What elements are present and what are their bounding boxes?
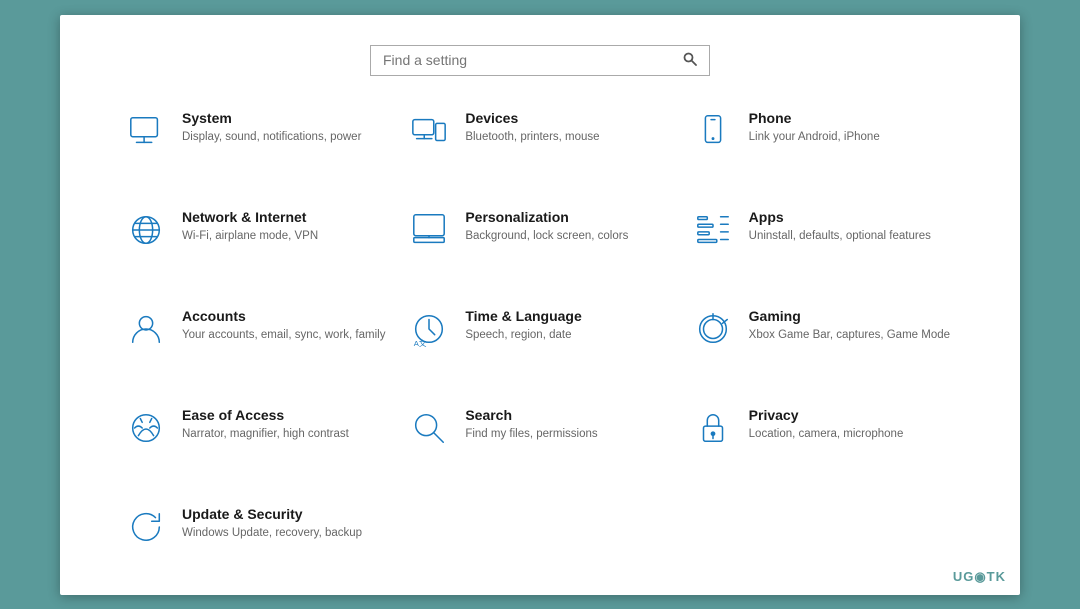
setting-item-system[interactable]: System Display, sound, notifications, po… [120, 104, 393, 179]
gaming-icon [691, 310, 735, 348]
setting-desc-personalization: Background, lock screen, colors [465, 228, 628, 244]
devices-icon [407, 112, 451, 150]
setting-title-ease: Ease of Access [182, 407, 349, 423]
setting-title-update: Update & Security [182, 506, 362, 522]
setting-desc-network: Wi-Fi, airplane mode, VPN [182, 228, 318, 244]
setting-item-accounts[interactable]: Accounts Your accounts, email, sync, wor… [120, 302, 393, 377]
setting-title-system: System [182, 110, 361, 126]
system-icon [124, 112, 168, 150]
personalization-icon [407, 211, 451, 249]
setting-text-system: System Display, sound, notifications, po… [182, 110, 361, 145]
search-icon [407, 409, 451, 447]
setting-title-network: Network & Internet [182, 209, 318, 225]
setting-text-time: Time & Language Speech, region, date [465, 308, 581, 343]
privacy-icon [691, 409, 735, 447]
setting-item-network[interactable]: Network & Internet Wi-Fi, airplane mode,… [120, 203, 393, 278]
time-icon: A文 [407, 310, 451, 348]
setting-desc-apps: Uninstall, defaults, optional features [749, 228, 931, 244]
setting-desc-time: Speech, region, date [465, 327, 581, 343]
settings-grid: System Display, sound, notifications, po… [120, 104, 960, 575]
setting-desc-accounts: Your accounts, email, sync, work, family [182, 327, 385, 343]
setting-desc-phone: Link your Android, iPhone [749, 129, 880, 145]
setting-title-devices: Devices [465, 110, 599, 126]
setting-title-time: Time & Language [465, 308, 581, 324]
setting-text-personalization: Personalization Background, lock screen,… [465, 209, 628, 244]
setting-title-privacy: Privacy [749, 407, 904, 423]
setting-item-time[interactable]: A文 Time & Language Speech, region, date [403, 302, 676, 377]
setting-item-devices[interactable]: Devices Bluetooth, printers, mouse [403, 104, 676, 179]
setting-item-phone[interactable]: Phone Link your Android, iPhone [687, 104, 960, 179]
setting-desc-privacy: Location, camera, microphone [749, 426, 904, 442]
update-icon [124, 508, 168, 546]
ease-icon [124, 409, 168, 447]
search-bar[interactable] [370, 45, 710, 76]
search-icon [683, 52, 697, 69]
setting-item-apps[interactable]: Apps Uninstall, defaults, optional featu… [687, 203, 960, 278]
setting-title-apps: Apps [749, 209, 931, 225]
settings-window: System Display, sound, notifications, po… [60, 15, 1020, 595]
setting-text-update: Update & Security Windows Update, recove… [182, 506, 362, 541]
setting-item-search[interactable]: Search Find my files, permissions [403, 401, 676, 476]
apps-icon [691, 211, 735, 249]
setting-desc-ease: Narrator, magnifier, high contrast [182, 426, 349, 442]
setting-title-gaming: Gaming [749, 308, 950, 324]
svg-text:A文: A文 [414, 338, 427, 348]
setting-title-search: Search [465, 407, 597, 423]
phone-icon [691, 112, 735, 150]
setting-item-gaming[interactable]: Gaming Xbox Game Bar, captures, Game Mod… [687, 302, 960, 377]
search-input[interactable] [383, 52, 683, 68]
setting-desc-update: Windows Update, recovery, backup [182, 525, 362, 541]
setting-item-update[interactable]: Update & Security Windows Update, recove… [120, 500, 393, 575]
setting-desc-gaming: Xbox Game Bar, captures, Game Mode [749, 327, 950, 343]
setting-text-devices: Devices Bluetooth, printers, mouse [465, 110, 599, 145]
setting-desc-system: Display, sound, notifications, power [182, 129, 361, 145]
watermark: UG◉TK [953, 569, 1006, 585]
setting-text-phone: Phone Link your Android, iPhone [749, 110, 880, 145]
setting-item-privacy[interactable]: Privacy Location, camera, microphone [687, 401, 960, 476]
network-icon [124, 211, 168, 249]
setting-title-phone: Phone [749, 110, 880, 126]
setting-text-apps: Apps Uninstall, defaults, optional featu… [749, 209, 931, 244]
setting-desc-devices: Bluetooth, printers, mouse [465, 129, 599, 145]
setting-text-accounts: Accounts Your accounts, email, sync, wor… [182, 308, 385, 343]
setting-title-personalization: Personalization [465, 209, 628, 225]
setting-item-ease[interactable]: Ease of Access Narrator, magnifier, high… [120, 401, 393, 476]
accounts-icon [124, 310, 168, 348]
setting-text-search: Search Find my files, permissions [465, 407, 597, 442]
setting-desc-search: Find my files, permissions [465, 426, 597, 442]
setting-text-privacy: Privacy Location, camera, microphone [749, 407, 904, 442]
search-bar-container [120, 45, 960, 76]
setting-item-personalization[interactable]: Personalization Background, lock screen,… [403, 203, 676, 278]
setting-text-gaming: Gaming Xbox Game Bar, captures, Game Mod… [749, 308, 950, 343]
setting-title-accounts: Accounts [182, 308, 385, 324]
setting-text-ease: Ease of Access Narrator, magnifier, high… [182, 407, 349, 442]
setting-text-network: Network & Internet Wi-Fi, airplane mode,… [182, 209, 318, 244]
